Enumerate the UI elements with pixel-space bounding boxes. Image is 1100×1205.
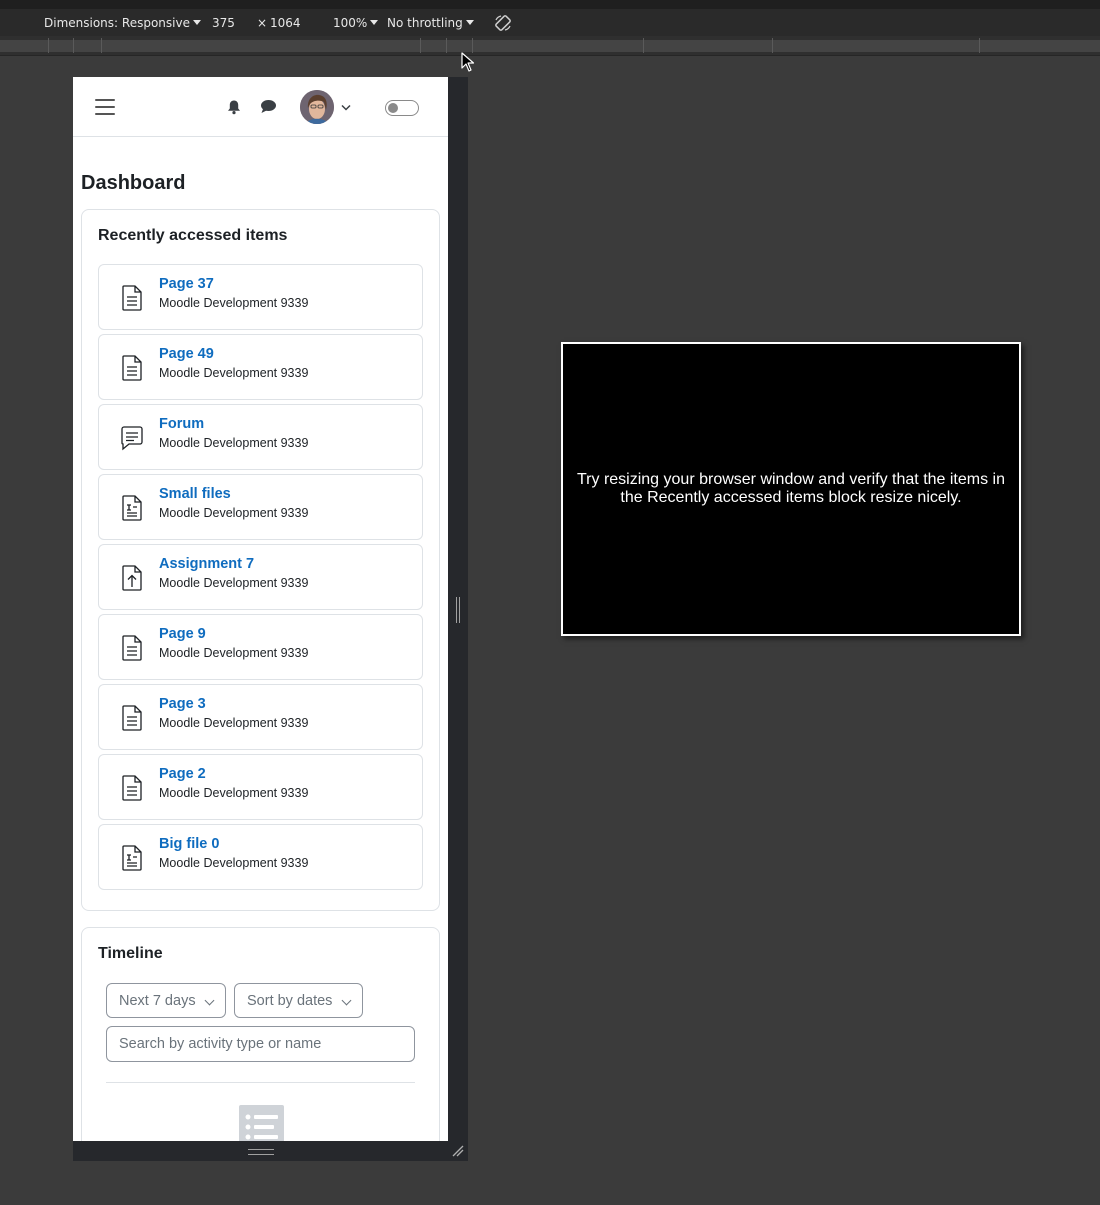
recent-item-card[interactable]: Big file 0 Moodle Development 9339: [98, 824, 423, 890]
recent-item-card[interactable]: Page 49 Moodle Development 9339: [98, 334, 423, 400]
recent-item-link[interactable]: Forum: [159, 416, 204, 432]
instruction-overlay: Try resizing your browser window and ver…: [561, 342, 1021, 636]
recent-item-course: Moodle Development 9339: [159, 786, 309, 800]
ruler-tick: [472, 38, 473, 53]
timeline-block: Timeline Next 7 days Sort by dates: [81, 927, 440, 1141]
recent-item-course: Moodle Development 9339: [159, 296, 309, 310]
bell-icon[interactable]: [227, 99, 241, 115]
recent-item-card[interactable]: Page 9 Moodle Development 9339: [98, 614, 423, 680]
recent-item-card[interactable]: Page 37 Moodle Development 9339: [98, 264, 423, 330]
menu-icon[interactable]: [95, 99, 115, 115]
top-navbar: [73, 77, 448, 137]
page-icon: [122, 705, 142, 731]
rotate-icon[interactable]: [493, 13, 513, 33]
corner-resize-icon[interactable]: [452, 1145, 464, 1157]
device-viewport: Dashboard Recently accessed items Page 3…: [73, 77, 448, 1141]
recent-item-course: Moodle Development 9339: [159, 506, 309, 520]
caret-down-icon: [465, 20, 474, 25]
recent-item-course: Moodle Development 9339: [159, 436, 309, 450]
recent-item-link[interactable]: Page 49: [159, 346, 214, 362]
recent-item-card[interactable]: Page 2 Moodle Development 9339: [98, 754, 423, 820]
page-icon: [122, 355, 142, 381]
ruler-tick: [101, 38, 102, 53]
chevron-down-icon: [204, 995, 215, 1006]
timeline-search-input[interactable]: [106, 1026, 415, 1062]
throttling-dropdown[interactable]: No throttling: [387, 16, 474, 30]
recent-item-card[interactable]: Page 3 Moodle Development 9339: [98, 684, 423, 750]
forum-icon: [121, 426, 143, 451]
recent-item-link[interactable]: Page 2: [159, 766, 206, 782]
recent-item-link[interactable]: Big file 0: [159, 836, 219, 852]
recent-item-link[interactable]: Small files: [159, 486, 231, 502]
user-avatar[interactable]: [300, 90, 334, 124]
ruler-tick: [420, 38, 421, 53]
ruler-tick: [73, 38, 74, 53]
block-title: Recently accessed items: [98, 227, 288, 244]
file-icon: [122, 495, 142, 521]
chevron-down-icon: [341, 995, 352, 1006]
ruler-tick: [643, 38, 644, 53]
dimensions-dropdown[interactable]: Dimensions: Responsive: [44, 16, 201, 30]
empty-list-icon: [239, 1105, 284, 1141]
recent-item-link[interactable]: Page 3: [159, 696, 206, 712]
timeline-sort-dropdown[interactable]: Sort by dates: [234, 983, 363, 1018]
instruction-text: Try resizing your browser window and ver…: [576, 471, 1005, 506]
caret-down-icon: [192, 20, 201, 25]
assignment-icon: [122, 565, 142, 591]
height-input[interactable]: 1064: [270, 16, 301, 30]
timeline-filter-dropdown[interactable]: Next 7 days: [106, 983, 226, 1018]
ruler-tick: [48, 38, 49, 53]
recent-item-course: Moodle Development 9339: [159, 646, 309, 660]
recent-item-link[interactable]: Assignment 7: [159, 556, 254, 572]
page-title: Dashboard: [81, 172, 186, 194]
ruler-bar: [0, 40, 1100, 52]
recently-accessed-block: Recently accessed items Page 37 Moodle D…: [81, 209, 440, 911]
mouse-cursor-icon: [461, 52, 475, 72]
recent-item-card[interactable]: Forum Moodle Development 9339: [98, 404, 423, 470]
divider: [106, 1082, 415, 1083]
ruler-tick: [772, 38, 773, 53]
ruler-tick: [446, 38, 447, 53]
recent-item-course: Moodle Development 9339: [159, 576, 309, 590]
recent-item-course: Moodle Development 9339: [159, 856, 309, 870]
recent-item-link[interactable]: Page 37: [159, 276, 214, 292]
caret-down-icon: [370, 20, 379, 25]
file-icon: [122, 845, 142, 871]
chevron-down-icon[interactable]: [341, 104, 351, 111]
recent-item-course: Moodle Development 9339: [159, 366, 309, 380]
chat-bubble-icon[interactable]: [260, 99, 277, 114]
page-icon: [122, 285, 142, 311]
recent-item-card[interactable]: Small files Moodle Development 9339: [98, 474, 423, 540]
vertical-resize-handle[interactable]: [456, 597, 460, 623]
page-icon: [122, 775, 142, 801]
media-query-ruler: [0, 36, 1100, 56]
recent-item-link[interactable]: Page 9: [159, 626, 206, 642]
recent-item-course: Moodle Development 9339: [159, 716, 309, 730]
ruler-tick: [979, 38, 980, 53]
times-separator: ×: [257, 16, 268, 30]
recent-item-card[interactable]: Assignment 7 Moodle Development 9339: [98, 544, 423, 610]
devtools-toolbar: Dimensions: Responsive 375 × 1064 100% N…: [0, 0, 1100, 36]
avatar-picture: [300, 90, 334, 124]
page-icon: [122, 635, 142, 661]
horizontal-resize-handle[interactable]: [248, 1149, 274, 1155]
zoom-dropdown[interactable]: 100%: [333, 16, 379, 30]
width-input[interactable]: 375: [212, 16, 235, 30]
block-title: Timeline: [98, 945, 163, 962]
edit-mode-toggle[interactable]: [385, 100, 419, 116]
